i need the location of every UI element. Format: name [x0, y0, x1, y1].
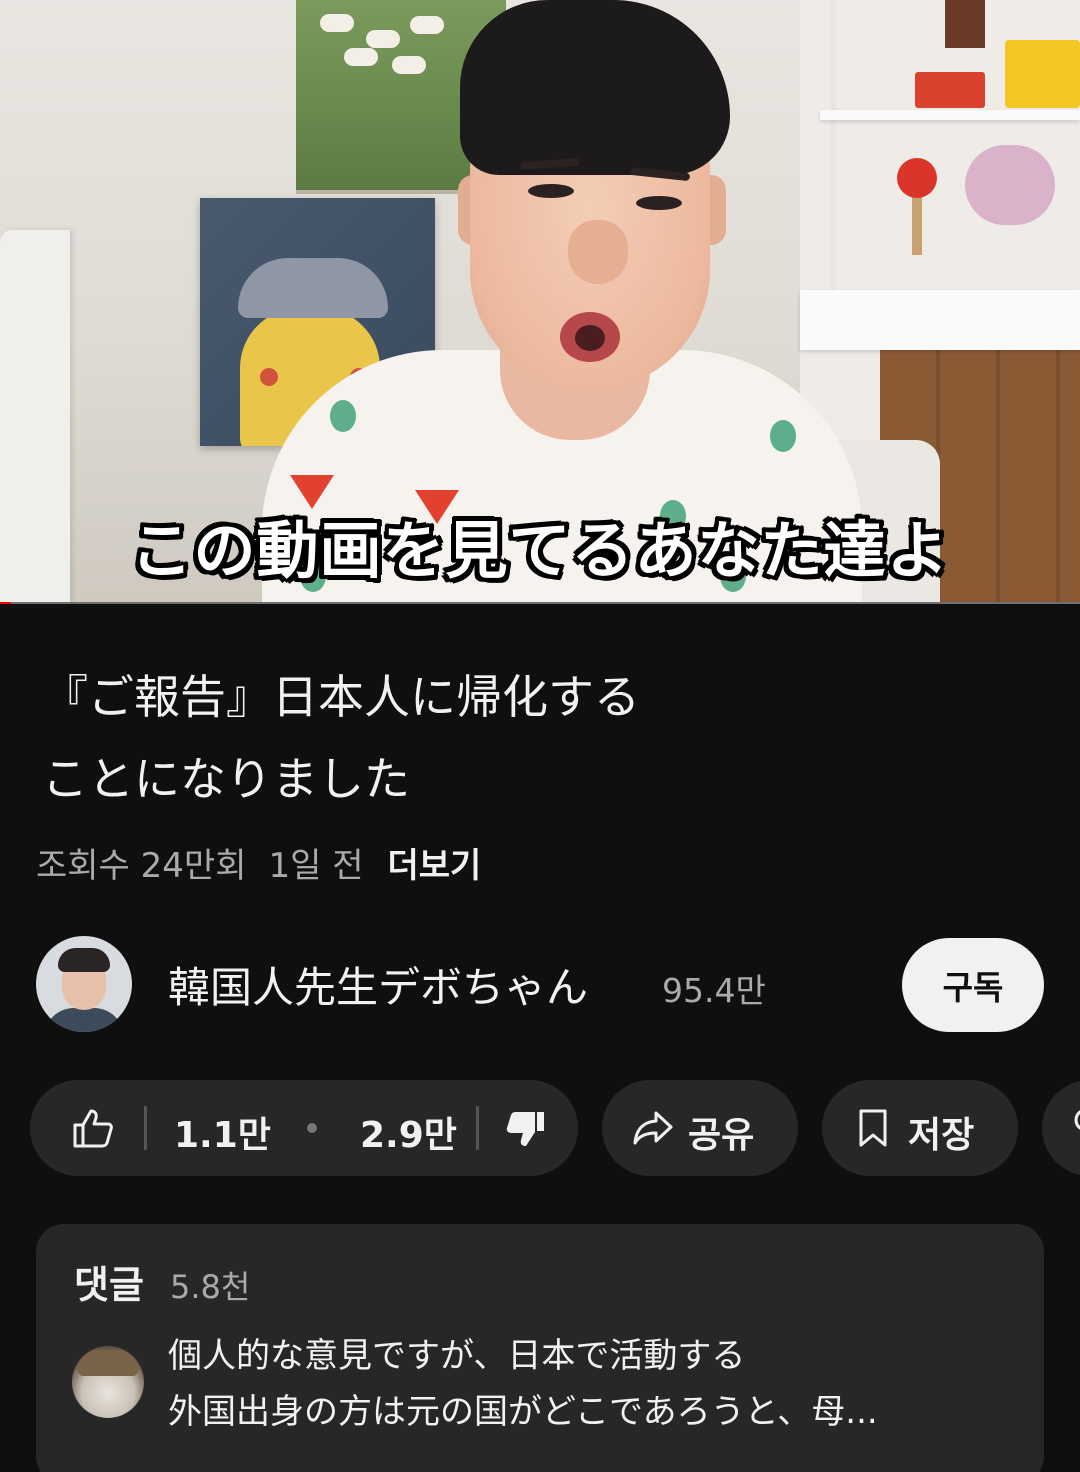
kendama-toy: [912, 195, 922, 255]
avatar-hair: [58, 948, 110, 972]
comments-section[interactable]: 댓글 5.8천 個人的な意見ですが、日本で活動する 外国出身の方は元の国がどこで…: [36, 1224, 1044, 1472]
video-meta[interactable]: 조회수 24만회 1일 전 더보기: [36, 838, 481, 887]
commenter-avatar[interactable]: [72, 1346, 144, 1418]
pill-divider: [144, 1106, 147, 1150]
person-eye: [636, 196, 682, 210]
more-button[interactable]: 더보기: [387, 838, 481, 887]
more-actions-button[interactable]: [1042, 1080, 1080, 1176]
shirt-pattern: [330, 400, 356, 432]
share-icon: [632, 1110, 674, 1146]
youtube-watch-page: この動画を見てるあなた達よ 『ご報告』日本人に帰化する ことになりました 조회수…: [0, 0, 1080, 1472]
save-button[interactable]: 저장: [822, 1080, 1018, 1176]
kendama-toy: [897, 158, 937, 198]
subscribe-button[interactable]: 구독: [902, 938, 1044, 1032]
tapestry-sheep: [320, 14, 354, 32]
comments-label: 댓글: [74, 1263, 144, 1307]
person-nose: [568, 220, 628, 284]
person-mouth: [575, 325, 605, 351]
person-eye: [528, 184, 574, 198]
action-bar: 1.1만 2.9만 공유 저장: [30, 1080, 1080, 1176]
bookmark-icon: [858, 1108, 888, 1148]
separator-dot: [307, 1123, 317, 1133]
video-player[interactable]: この動画を見てるあなた達よ: [0, 0, 1080, 604]
share-label: 공유: [688, 1115, 755, 1156]
like-dislike-pill: 1.1만 2.9만: [30, 1080, 578, 1176]
video-title[interactable]: 『ご報告』日本人に帰化する ことになりました: [42, 656, 822, 820]
video-progress-fill: [0, 602, 11, 604]
video-progress-bar[interactable]: [0, 602, 1080, 604]
thumbs-down-icon[interactable]: [506, 1110, 546, 1148]
shelf-item: [915, 72, 985, 108]
dislike-count[interactable]: 2.9만: [360, 1106, 457, 1158]
shelf: [800, 290, 1080, 350]
tapestry-sheep: [410, 16, 444, 34]
subscriber-count: 95.4만: [662, 971, 766, 1010]
pikachu-cheek: [260, 368, 278, 386]
avatar-shirt: [44, 1008, 124, 1032]
thumbs-up-icon[interactable]: [72, 1108, 114, 1148]
person-hair: [460, 0, 730, 175]
channel-avatar[interactable]: [36, 936, 132, 1032]
top-comment-text[interactable]: 個人的な意見ですが、日本で活動する 外国出身の方は元の国がどこであろうと、母..…: [168, 1328, 998, 1440]
clip-icon: [1068, 1106, 1080, 1146]
pikachu-hat: [238, 258, 388, 318]
view-count: 조회수 24만회: [36, 846, 247, 886]
save-label: 저장: [908, 1115, 975, 1156]
avatar-hat: [78, 1350, 138, 1376]
tapestry-sheep: [344, 48, 378, 66]
shelf-rail: [830, 0, 836, 300]
shelf-item: [1005, 40, 1080, 108]
tapestry-sheep: [366, 30, 400, 48]
tapestry-sheep: [392, 56, 426, 74]
shirt-pattern: [770, 420, 796, 452]
like-count[interactable]: 1.1만: [174, 1106, 271, 1158]
channel-row: 韓国人先生デボちゃん 95.4만 구독: [36, 936, 1044, 1032]
pill-divider: [476, 1106, 479, 1150]
shelf-item: [965, 145, 1055, 225]
share-button[interactable]: 공유: [602, 1080, 798, 1176]
shelf-item: [945, 0, 985, 48]
channel-name[interactable]: 韓国人先生デボちゃん: [168, 954, 588, 1015]
shelf: [820, 110, 1080, 120]
comments-count: 5.8천: [170, 1268, 251, 1306]
upload-age: 1일 전: [268, 846, 364, 886]
video-caption: この動画を見てるあなた達よ: [130, 514, 950, 587]
